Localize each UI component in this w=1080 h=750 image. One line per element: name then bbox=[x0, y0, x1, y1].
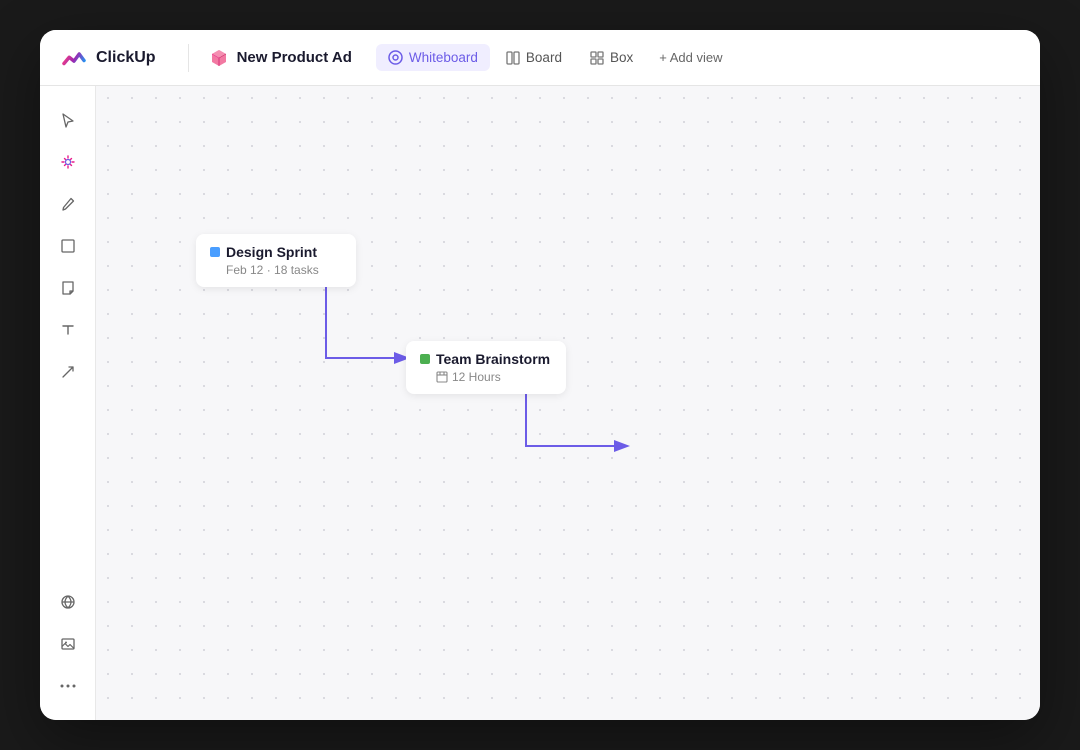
image-tool[interactable] bbox=[50, 626, 86, 662]
tab-box[interactable]: Box bbox=[578, 44, 645, 71]
text-tool[interactable] bbox=[50, 312, 86, 348]
more-icon bbox=[60, 684, 76, 688]
globe-tool[interactable] bbox=[50, 584, 86, 620]
connector-tool[interactable] bbox=[50, 354, 86, 390]
box-icon bbox=[590, 51, 604, 65]
clickup-logo-icon bbox=[60, 44, 88, 72]
main-area: Design Sprint Feb 12 · 18 tasks Team Bra… bbox=[40, 86, 1040, 720]
team-brainstorm-meta: 12 Hours bbox=[420, 370, 552, 384]
pen-icon bbox=[60, 196, 76, 212]
design-sprint-dot bbox=[210, 247, 220, 257]
team-brainstorm-name: Team Brainstorm bbox=[436, 351, 550, 367]
arrows-svg bbox=[96, 86, 1040, 720]
add-view-label: + Add view bbox=[659, 50, 722, 65]
nav-tabs: Whiteboard Board Box + Add view bbox=[376, 44, 733, 71]
tab-whiteboard[interactable]: Whiteboard bbox=[376, 44, 490, 71]
sidebar bbox=[40, 86, 96, 720]
tab-board-label: Board bbox=[526, 50, 562, 65]
connector-icon bbox=[60, 364, 76, 380]
cursor-tool[interactable] bbox=[50, 102, 86, 138]
tab-whiteboard-label: Whiteboard bbox=[409, 50, 478, 65]
hours-icon bbox=[436, 371, 448, 383]
whiteboard-icon bbox=[388, 50, 403, 65]
rect-icon bbox=[60, 238, 76, 254]
header-divider bbox=[188, 44, 189, 72]
logo-text: ClickUp bbox=[96, 49, 156, 67]
cursor-icon bbox=[60, 112, 76, 128]
project-item[interactable]: New Product Ad bbox=[209, 48, 352, 68]
text-icon bbox=[60, 322, 76, 338]
magic-tool[interactable] bbox=[50, 144, 86, 180]
tab-board[interactable]: Board bbox=[494, 44, 574, 71]
design-sprint-card[interactable]: Design Sprint Feb 12 · 18 tasks bbox=[196, 234, 356, 287]
design-sprint-sub: Feb 12 · 18 tasks bbox=[210, 263, 342, 277]
add-view-button[interactable]: + Add view bbox=[649, 44, 732, 71]
board-icon bbox=[506, 51, 520, 65]
magic-icon bbox=[60, 154, 76, 170]
team-brainstorm-dot bbox=[420, 354, 430, 364]
pen-tool[interactable] bbox=[50, 186, 86, 222]
more-tool[interactable] bbox=[50, 668, 86, 704]
note-tool[interactable] bbox=[50, 270, 86, 306]
team-brainstorm-hours: 12 Hours bbox=[452, 370, 501, 384]
tab-box-label: Box bbox=[610, 50, 633, 65]
note-icon bbox=[60, 280, 76, 296]
project-icon bbox=[209, 48, 229, 68]
team-brainstorm-card[interactable]: Team Brainstorm 12 Hours bbox=[406, 341, 566, 394]
design-sprint-title: Design Sprint bbox=[210, 244, 342, 260]
team-brainstorm-title: Team Brainstorm bbox=[420, 351, 552, 367]
globe-icon bbox=[60, 594, 76, 610]
logo-area: ClickUp bbox=[60, 44, 156, 72]
app-window: ClickUp New Product Ad Whiteboard bbox=[40, 30, 1040, 720]
header: ClickUp New Product Ad Whiteboard bbox=[40, 30, 1040, 86]
canvas[interactable]: Design Sprint Feb 12 · 18 tasks Team Bra… bbox=[96, 86, 1040, 720]
rect-tool[interactable] bbox=[50, 228, 86, 264]
image-icon bbox=[60, 636, 76, 652]
design-sprint-name: Design Sprint bbox=[226, 244, 317, 260]
project-name: New Product Ad bbox=[237, 49, 352, 66]
